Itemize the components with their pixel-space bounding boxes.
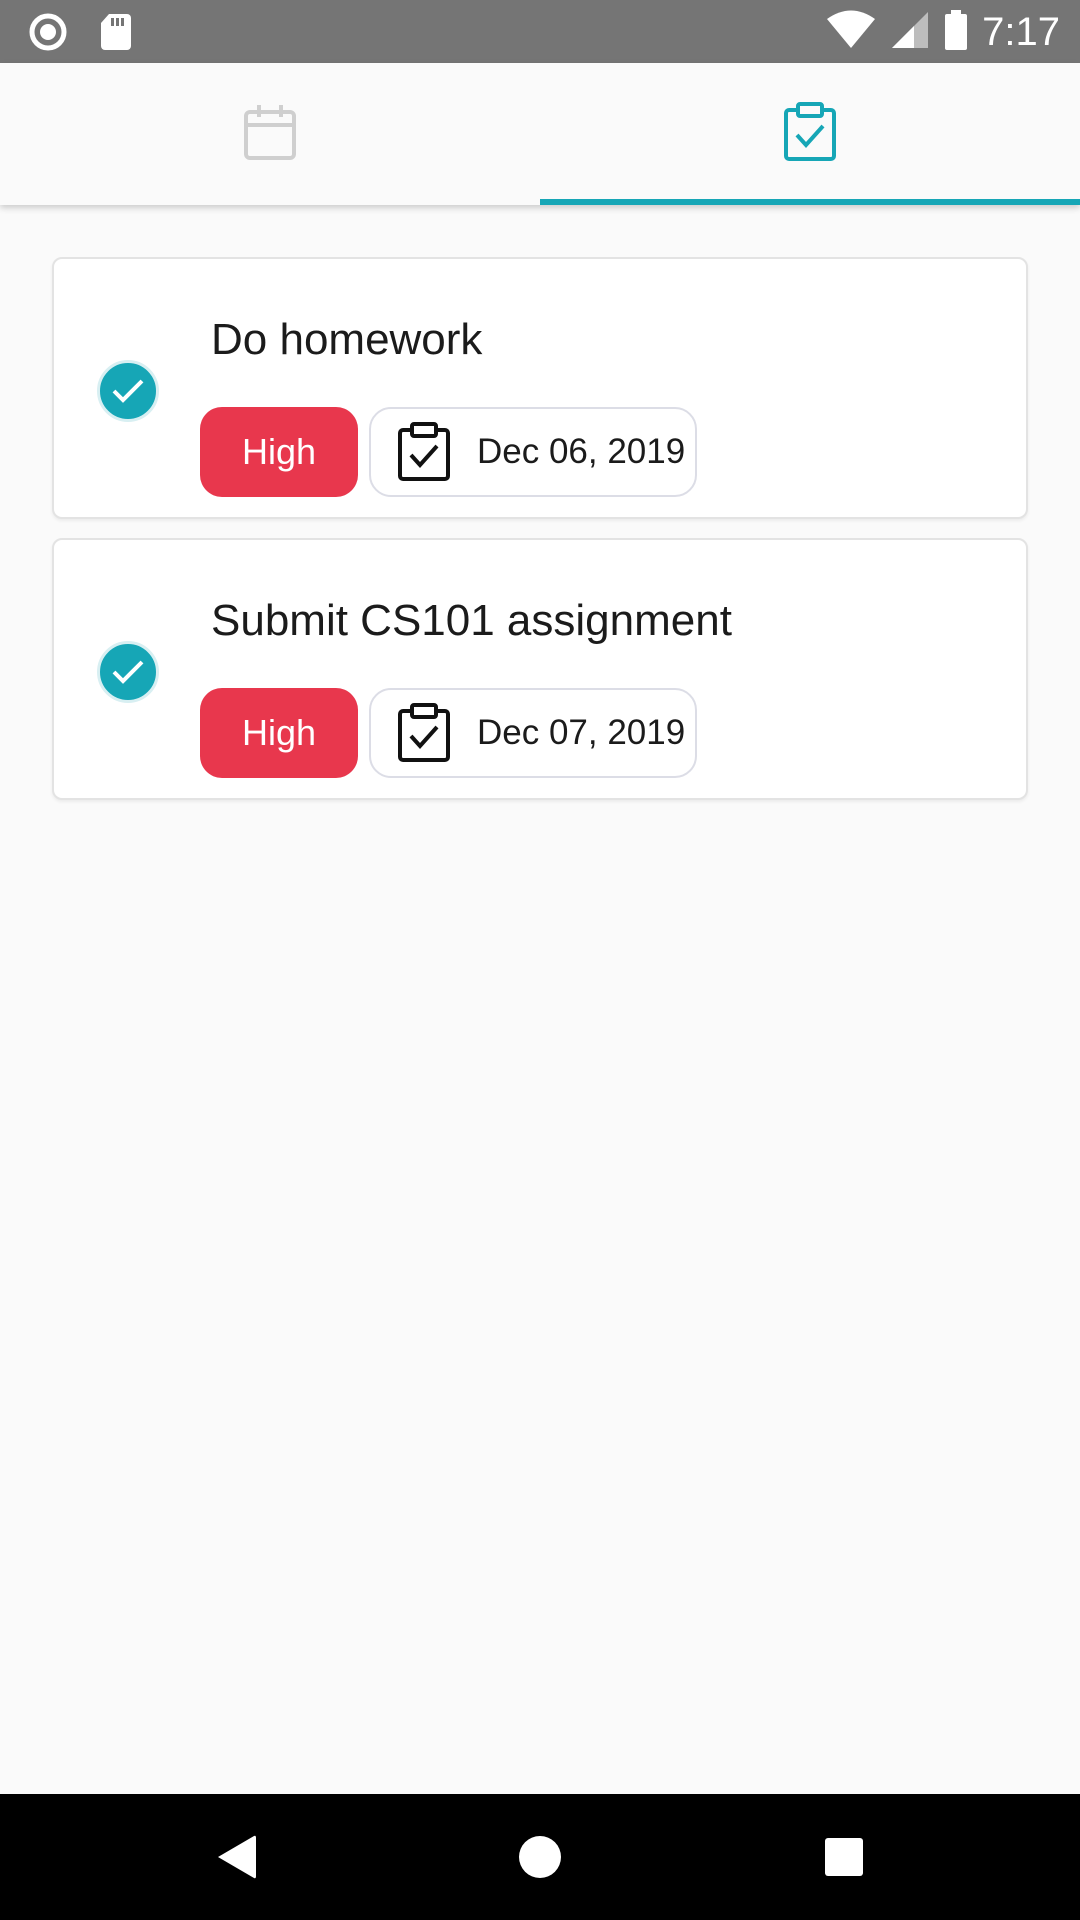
task-title: Submit CS101 assignment — [211, 596, 732, 645]
checkmark-icon — [112, 379, 144, 403]
wifi-icon — [826, 10, 876, 55]
signal-icon — [890, 10, 930, 55]
clipboard-check-icon — [398, 703, 450, 762]
checkmark-icon — [112, 660, 144, 684]
sd-card-icon — [100, 13, 132, 56]
clipboard-check-icon — [783, 101, 837, 167]
task-list: Do homework High Dec 06, 2019 Submit CS1… — [0, 205, 1080, 1794]
due-date-text: Dec 07, 2019 — [477, 713, 686, 752]
task-card[interactable]: Do homework High Dec 06, 2019 — [52, 257, 1028, 519]
battery-icon — [944, 9, 968, 56]
clock: 7:17 — [982, 10, 1060, 54]
back-button[interactable] — [176, 1794, 296, 1920]
task-title: Do homework — [211, 315, 483, 364]
tab-tasks[interactable] — [540, 63, 1080, 205]
task-complete-checkbox[interactable] — [97, 641, 159, 703]
back-icon — [218, 1835, 256, 1879]
priority-badge: High — [200, 688, 358, 778]
tab-bar — [0, 63, 1080, 205]
task-complete-checkbox[interactable] — [97, 360, 159, 422]
home-icon — [519, 1836, 561, 1878]
navigation-bar — [0, 1794, 1080, 1920]
due-date-chip[interactable]: Dec 06, 2019 — [369, 407, 697, 497]
priority-badge: High — [200, 407, 358, 497]
status-bar: 7:17 — [0, 0, 1080, 63]
due-date-chip[interactable]: Dec 07, 2019 — [369, 688, 697, 778]
record-icon — [28, 12, 68, 57]
due-date-text: Dec 06, 2019 — [477, 432, 686, 471]
recents-button[interactable] — [784, 1794, 904, 1920]
calendar-icon — [243, 103, 297, 166]
clipboard-check-icon — [398, 422, 450, 481]
recents-icon — [825, 1838, 863, 1876]
tab-calendar[interactable] — [0, 63, 540, 205]
home-button[interactable] — [480, 1794, 600, 1920]
task-card[interactable]: Submit CS101 assignment High Dec 07, 201… — [52, 538, 1028, 800]
selected-tab-indicator — [540, 199, 1080, 205]
